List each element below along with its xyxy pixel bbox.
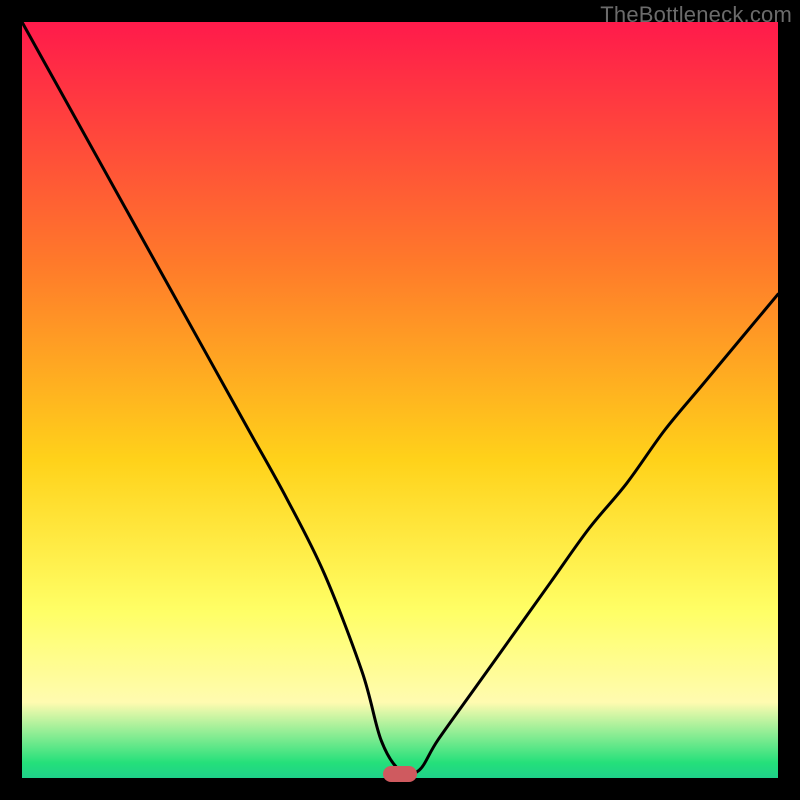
bottleneck-curve xyxy=(22,22,778,778)
plot-area xyxy=(22,22,778,778)
watermark-text: TheBottleneck.com xyxy=(600,2,792,28)
optimal-point-marker xyxy=(383,766,417,782)
chart-frame: TheBottleneck.com xyxy=(0,0,800,800)
